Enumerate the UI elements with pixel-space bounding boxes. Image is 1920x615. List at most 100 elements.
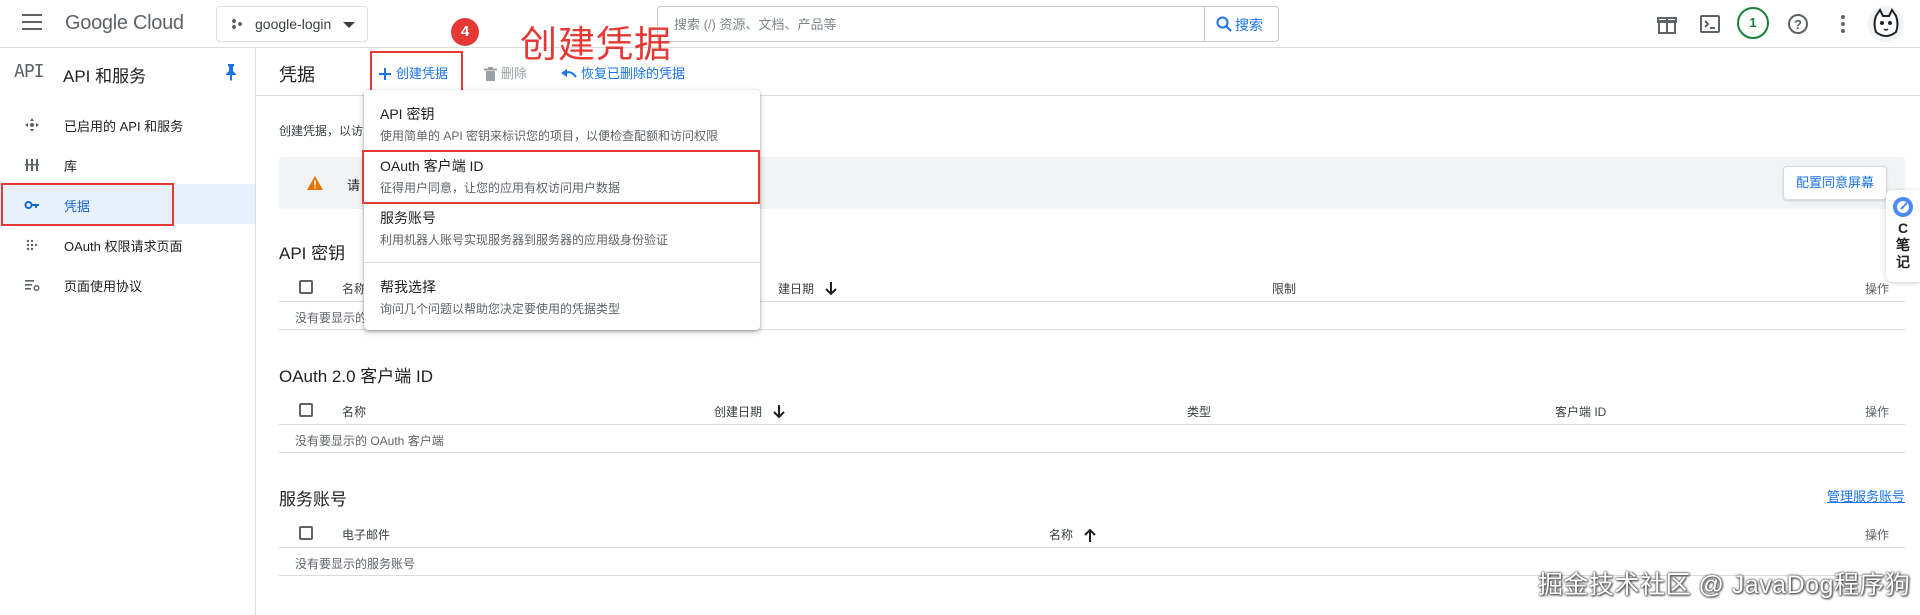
page-title: 凭据	[279, 65, 315, 85]
float-line-2: 笔	[1896, 237, 1910, 253]
column-created-date[interactable]: 创建日期	[714, 403, 786, 420]
sidebar-item-label: OAuth 权限请求页面	[64, 239, 183, 254]
menu-item-desc: 询问几个问题以帮助您决定要使用的凭据类型	[380, 302, 621, 316]
menu-item-api-key[interactable]: API 密钥 使用简单的 API 密钥来标识您的项目，以便检查配额和访问权限	[364, 90, 760, 143]
menu-item-oauth-client-id[interactable]: OAuth 客户端 ID 征得用户同意，让您的应用有权访问用户数据	[364, 142, 760, 195]
google-cloud-logo[interactable]: Google Cloud	[65, 12, 184, 35]
project-dots-icon	[232, 19, 242, 29]
sidebar-item-credentials[interactable]: 凭据	[0, 184, 255, 224]
diamond-arrows-icon	[25, 118, 39, 132]
menu-item-title: OAuth 客户端 ID	[380, 158, 484, 174]
column-email[interactable]: 电子邮件	[342, 526, 390, 543]
menu-item-service-account[interactable]: 服务账号 利用机器人账号实现服务器到服务器的应用级身份验证	[364, 194, 760, 247]
notes-float-widget[interactable]: C 笔 记	[1886, 190, 1920, 282]
search-button-label: 搜索	[1235, 17, 1263, 33]
arrow-up-icon	[1084, 528, 1097, 542]
restore-label: 恢复已删除的凭据	[581, 66, 686, 81]
create-credentials-menu: API 密钥 使用简单的 API 密钥来标识您的项目，以便检查配额和访问权限 O…	[364, 90, 760, 330]
column-created-date-label: 建日期	[778, 282, 815, 296]
column-name-label: 名称	[1049, 528, 1074, 542]
sidebar-item-label: 已启用的 API 和服务	[64, 119, 184, 134]
notification-count-badge[interactable]: 1	[1737, 7, 1769, 39]
intro-text: 创建凭据，以访	[279, 124, 364, 138]
delete-label: 删除	[501, 66, 528, 81]
search-button[interactable]: 搜索	[1204, 7, 1278, 41]
sidebar-item-page-agreement[interactable]: 页面使用协议	[0, 264, 255, 304]
key-icon	[24, 201, 39, 209]
sidebar: API API 和服务 已启用的 API 和服务 库 凭据 OAuth 权限请求…	[0, 48, 256, 615]
search-icon	[1216, 16, 1232, 32]
dots-grid-icon	[26, 239, 38, 251]
oauth-empty-row: 没有要显示的 OAuth 客户端	[279, 425, 1905, 453]
avatar[interactable]	[1868, 6, 1904, 42]
select-all-checkbox[interactable]	[299, 526, 313, 540]
more-vert-icon[interactable]	[1829, 10, 1857, 38]
warning-icon	[307, 176, 323, 190]
service-accounts-table-header: 电子邮件 名称 操作	[279, 518, 1905, 548]
plus-icon	[379, 68, 391, 80]
trash-icon	[484, 67, 497, 81]
select-all-checkbox[interactable]	[299, 403, 313, 417]
main-menu-icon[interactable]	[22, 14, 42, 30]
menu-item-help-me-choose[interactable]: 帮我选择 询问几个问题以帮助您决定要使用的凭据类型	[364, 263, 760, 316]
column-created-date-label: 创建日期	[714, 405, 763, 419]
float-line-1: C	[1897, 220, 1909, 236]
column-restrictions[interactable]: 限制	[1272, 280, 1296, 297]
search-input[interactable]	[658, 7, 1278, 41]
undo-icon	[561, 69, 577, 78]
select-all-checkbox[interactable]	[299, 280, 313, 294]
warning-text: 请	[347, 178, 361, 193]
service-accounts-title: 服务账号	[279, 490, 347, 509]
float-line-3: 记	[1896, 254, 1910, 270]
sidebar-item-library[interactable]: 库	[0, 144, 255, 184]
search-bar: 搜索	[657, 6, 1279, 42]
menu-item-title: 服务账号	[380, 210, 436, 226]
cloud-shell-icon[interactable]	[1696, 10, 1724, 38]
menu-item-title: 帮我选择	[380, 279, 436, 295]
column-client-id[interactable]: 客户端 ID	[1555, 403, 1606, 420]
column-name[interactable]: 名称	[342, 403, 366, 420]
project-name: google-login	[255, 16, 332, 32]
help-icon[interactable]: ?	[1784, 10, 1812, 38]
menu-item-title: API 密钥	[380, 106, 435, 122]
page-header: 凭据 创建凭据 删除 恢复已删除的凭据	[256, 48, 1920, 96]
arrow-down-icon	[773, 405, 786, 419]
column-name[interactable]: 名称	[342, 280, 366, 297]
edit-bubble-icon	[1893, 197, 1913, 217]
sidebar-item-label: 页面使用协议	[64, 279, 143, 294]
create-credentials-button[interactable]: 创建凭据	[378, 63, 448, 82]
create-credentials-label: 创建凭据	[396, 66, 449, 81]
svg-text:?: ?	[1794, 17, 1802, 32]
oauth-table-header: 名称 创建日期 类型 客户端 ID 操作	[279, 395, 1905, 425]
logo-google-text: Google	[65, 12, 128, 34]
column-actions: 操作	[1864, 405, 1889, 419]
gift-icon[interactable]	[1653, 10, 1681, 38]
top-bar: Google Cloud google-login 搜索 1 ?	[0, 0, 1920, 48]
library-grid-icon	[25, 159, 39, 171]
annotation-text: 创建凭据	[520, 23, 672, 66]
step-number-badge: 4	[451, 18, 479, 46]
menu-item-desc: 利用机器人账号实现服务器到服务器的应用级身份验证	[380, 233, 669, 247]
configure-consent-button[interactable]: 配置同意屏幕	[1782, 166, 1887, 200]
sidebar-item-enabled-apis[interactable]: 已启用的 API 和服务	[0, 104, 255, 144]
sidebar-item-label: 凭据	[64, 199, 91, 214]
settings-list-icon	[25, 280, 40, 292]
column-actions: 操作	[1864, 528, 1889, 542]
chevron-down-icon	[343, 22, 355, 28]
manage-service-accounts-link[interactable]: 管理服务账号	[1827, 486, 1905, 505]
sidebar-title: API 和服务	[63, 67, 147, 86]
sidebar-item-label: 库	[64, 159, 78, 174]
column-created-date[interactable]: 建日期	[778, 280, 838, 297]
sidebar-item-oauth-consent[interactable]: OAuth 权限请求页面	[0, 224, 255, 264]
logo-cloud-text: Cloud	[132, 12, 184, 34]
arrow-down-icon	[825, 282, 838, 296]
oauth-title: OAuth 2.0 客户端 ID	[279, 367, 433, 386]
api-keys-title: API 密钥	[279, 244, 346, 263]
project-selector[interactable]: google-login	[216, 6, 368, 42]
api-logo: API	[14, 61, 44, 82]
sidebar-header: API API 和服务	[0, 48, 256, 96]
watermark: 掘金技术社区 @ JavaDog程序狗	[1538, 571, 1911, 599]
pin-icon[interactable]	[224, 63, 238, 81]
column-name[interactable]: 名称	[1049, 526, 1097, 543]
column-type[interactable]: 类型	[1187, 403, 1211, 420]
